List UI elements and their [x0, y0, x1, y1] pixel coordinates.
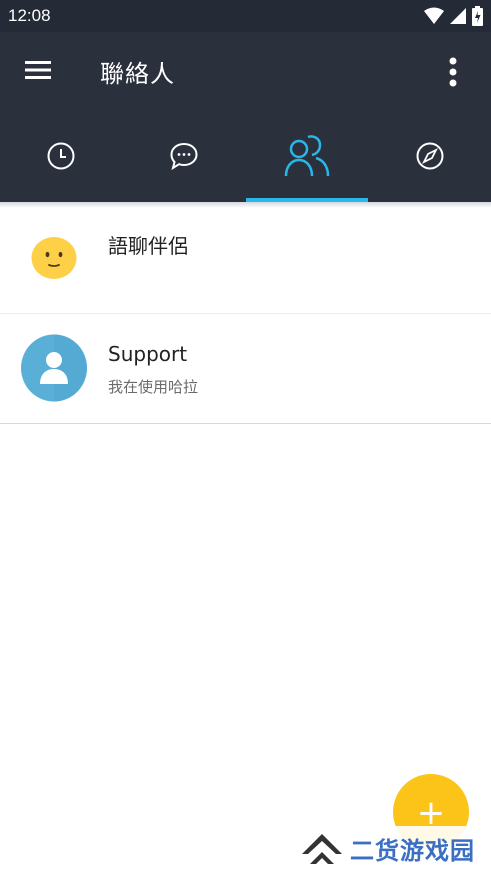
contacts-icon [284, 135, 330, 177]
status-bar: 12:08 [0, 0, 491, 32]
overflow-menu-button[interactable] [437, 54, 469, 90]
page-title: 聯絡人 [100, 60, 175, 88]
tab-bar [0, 110, 491, 202]
status-icons [424, 6, 483, 26]
watermark-logo-icon [302, 834, 342, 864]
menu-button[interactable] [22, 54, 54, 86]
chat-bubble-icon [170, 142, 198, 171]
battery-icon [472, 6, 483, 26]
contact-name: 語聊伴侶 [108, 234, 188, 258]
tab-recent[interactable] [0, 110, 123, 202]
contact-row[interactable]: Support 我在使用哈拉 [0, 314, 491, 424]
status-time: 12:08 [8, 6, 51, 25]
tab-chats[interactable] [123, 110, 246, 202]
tab-discover[interactable] [368, 110, 491, 202]
watermark: 二货游戏园 [300, 826, 491, 870]
contact-row[interactable]: 語聊伴侶 [0, 204, 491, 314]
wifi-icon [424, 7, 444, 24]
contact-status: 我在使用哈拉 [108, 378, 199, 396]
tab-contacts[interactable] [246, 110, 369, 202]
watermark-text: 二货游戏园 [350, 836, 475, 865]
compass-icon [416, 142, 444, 170]
person-avatar-icon [21, 334, 87, 402]
app-bar: 聯絡人 [0, 32, 491, 110]
clock-icon [47, 142, 75, 170]
more-vertical-icon [449, 57, 457, 87]
emoji-face-icon [31, 237, 77, 279]
contact-name: Support [108, 342, 188, 366]
plus-icon: + [416, 793, 446, 833]
hamburger-menu-icon [25, 61, 51, 79]
signal-icon [450, 8, 466, 24]
